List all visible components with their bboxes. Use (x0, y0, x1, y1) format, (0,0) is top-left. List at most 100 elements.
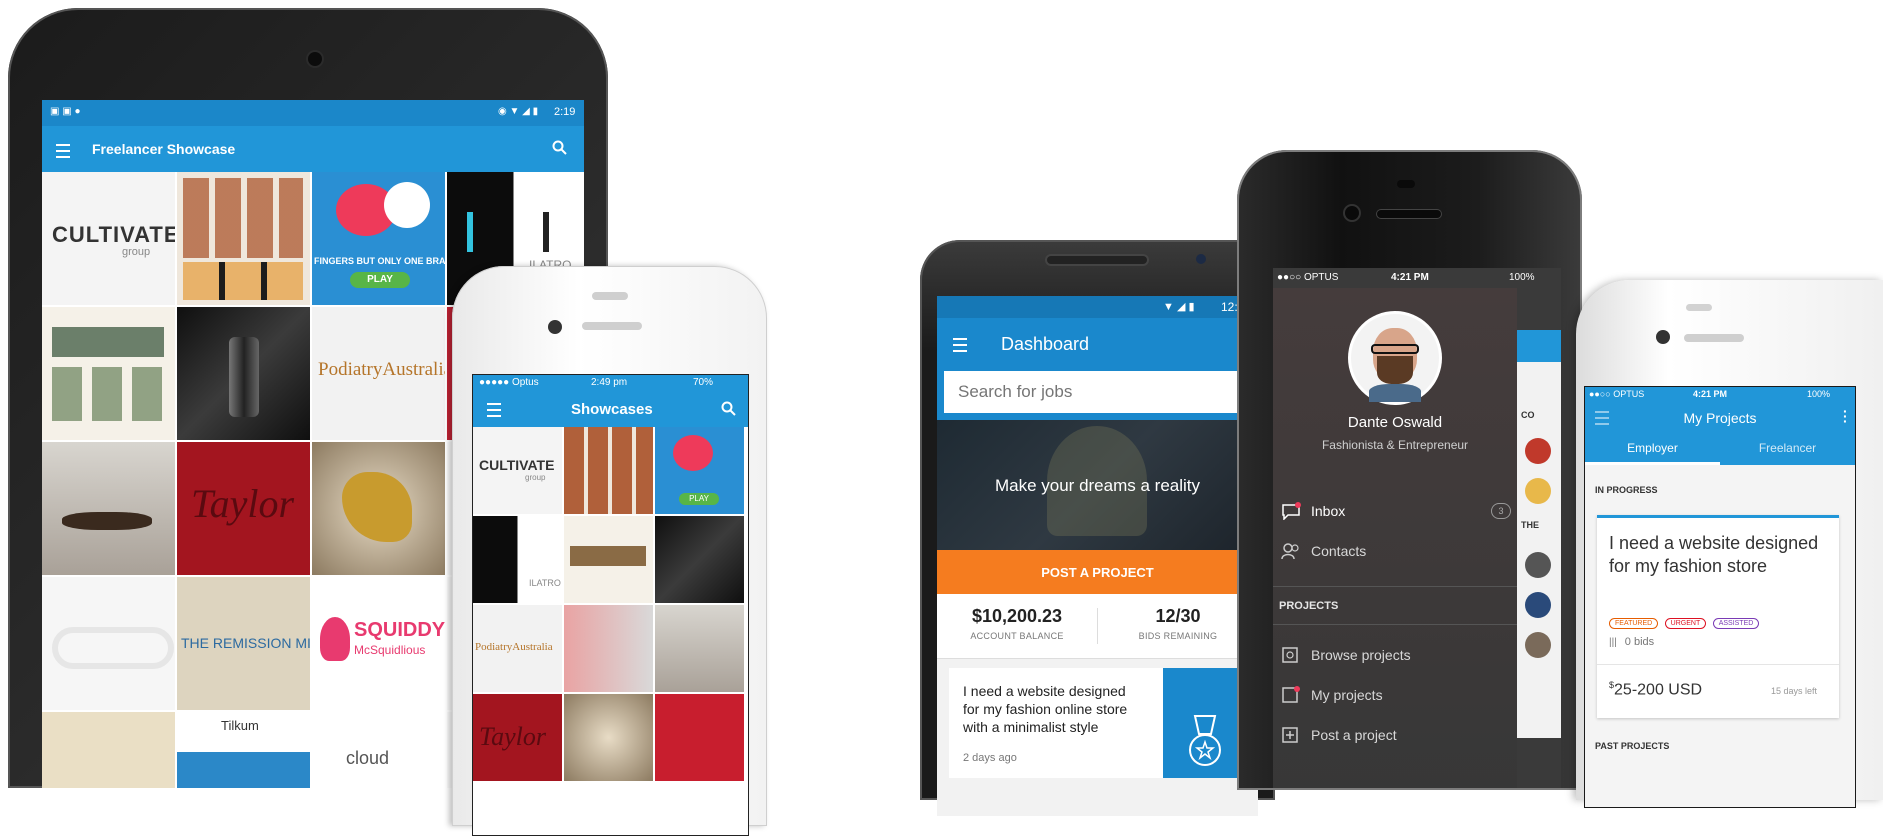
showcase-tile-podiatry[interactable]: PodiatryAustralia (473, 605, 562, 692)
showcase-tile-office[interactable] (42, 442, 175, 575)
play-button: PLAY (679, 493, 719, 505)
menu-item-contacts[interactable]: Contacts (1281, 536, 1366, 566)
showcase-tile-remission[interactable]: THE REMISSION MISSION (177, 577, 310, 710)
iphone-sensor (1686, 304, 1712, 311)
tile-text: FINGERS BUT ONLY ONE BRA (314, 256, 445, 266)
tile-image (673, 435, 713, 471)
showcase-tile-fingers[interactable]: FINGERS BUT ONLY ONE BRA PLAY (312, 172, 445, 305)
iphone-camera (548, 320, 562, 334)
tile-image (467, 212, 473, 252)
search-icon[interactable] (552, 140, 568, 156)
showcase-tile-brochure[interactable] (564, 605, 653, 692)
peek-label: THE (1521, 520, 1539, 530)
more-icon[interactable]: · · · (1843, 404, 1848, 428)
project-time: 2 days ago (963, 752, 1017, 764)
showcase-tile-cultivate[interactable]: CULTIVATE group (42, 172, 175, 305)
showcase-tile-website[interactable] (564, 516, 653, 603)
showcase-tile-brochure[interactable] (42, 712, 175, 788)
showcase-tile-taylor[interactable]: Taylor (473, 694, 562, 781)
menu-item-browse-projects[interactable]: Browse projects (1281, 640, 1411, 670)
showcase-tile-bottle[interactable] (655, 516, 744, 603)
stat-value: 12/30 (1155, 606, 1201, 626)
menu-item-label: My projects (1311, 687, 1383, 703)
iphone-speaker (582, 322, 642, 330)
showcase-tile-tilkum[interactable]: Tilkum (177, 712, 310, 788)
showcase-tile-bottle[interactable] (177, 307, 310, 440)
tile-image (52, 327, 164, 357)
project-title: I need a website designed for my fashion… (1609, 533, 1819, 576)
showcase-tile-fingers[interactable]: PLAY (655, 427, 744, 514)
bids-count: 0 bids (1624, 636, 1655, 648)
tile-text: PodiatryAustralia (475, 641, 553, 653)
menu-item-post-project[interactable]: Post a project (1281, 720, 1397, 750)
showcase-tile-dragon[interactable] (312, 442, 445, 575)
menu-icon[interactable] (487, 403, 501, 417)
app-bar: Dashboard (937, 318, 1258, 370)
peek-app-bar (1517, 330, 1561, 362)
tab-freelancer[interactable]: Freelancer (1720, 433, 1855, 465)
peek-avatar (1525, 592, 1551, 618)
menu-item-inbox[interactable]: Inbox 3 (1281, 496, 1511, 526)
showcase-tile-glasses[interactable] (42, 577, 175, 710)
my-projects-icon (1282, 686, 1300, 703)
tile-text: THE REMISSION MISSION (181, 635, 310, 651)
tile-image (570, 546, 646, 566)
section-in-progress: IN PROGRESS (1595, 485, 1658, 495)
tab-employer[interactable]: Employer (1585, 433, 1720, 465)
menu-item-label: Browse projects (1311, 647, 1411, 663)
avatar[interactable] (1351, 314, 1439, 402)
project-bids: ||| 0 bids (1609, 636, 1654, 648)
menu-icon[interactable] (953, 338, 967, 352)
main-content-peek[interactable]: CO THE (1517, 330, 1561, 738)
inbox-count-badge: 3 (1491, 503, 1511, 519)
showcase-tile-office[interactable] (655, 605, 744, 692)
search-icon[interactable] (721, 401, 737, 417)
tile-image (384, 182, 430, 228)
showcase-tile-dragon[interactable] (564, 694, 653, 781)
search-input[interactable] (944, 371, 1251, 413)
android-screen: ▼ ◢ ▮ 12:30 Dashboard Make your dreams a… (937, 296, 1258, 816)
project-card[interactable]: I need a website designed for my fashion… (1597, 515, 1839, 718)
play-button: PLAY (350, 272, 410, 288)
showcase-tile-cultivate[interactable]: CULTIVATE group (473, 427, 562, 514)
award-medal-icon (1189, 715, 1221, 766)
showcase-tile-cards[interactable] (655, 694, 744, 781)
project-card[interactable]: I need a website designed for my fashion… (949, 668, 1246, 778)
featured-badge-panel (1163, 668, 1246, 778)
status-battery: 100% (1509, 272, 1535, 283)
iphone-sensor (592, 292, 628, 300)
post-project-button[interactable]: POST A PROJECT (937, 550, 1258, 594)
showcase-tile-website[interactable] (42, 307, 175, 440)
showcase-grid: CULTIVATE group PLAY ILATRO PodiatryAust… (473, 427, 744, 781)
iphone-projects-device: ●●○○ OPTUS 4:21 PM 100% My Projects · · · … (1576, 280, 1883, 808)
showcase-tile-podiatry[interactable]: PodiatryAustralia (312, 307, 445, 440)
showcase-tile-squiddy[interactable]: SQUIDDY McSquidlious (312, 577, 445, 710)
app-title: Freelancer Showcase (92, 141, 236, 157)
peek-avatar (1525, 478, 1551, 504)
status-carrier: ●●○○ OPTUS (1589, 389, 1645, 399)
menu-divider (1273, 586, 1517, 587)
stats-panel: $10,200.23 ACCOUNT BALANCE 12/30 BIDS RE… (937, 594, 1258, 659)
status-time: 4:21 PM (1391, 272, 1429, 283)
tab-bar: Employer Freelancer (1585, 433, 1855, 465)
projects-section-header: PROJECTS (1279, 600, 1339, 612)
showcase-tile-folders[interactable] (564, 427, 653, 514)
iphone-camera (1345, 206, 1359, 220)
showcase-tile-cloud[interactable]: cloud (312, 712, 445, 788)
iphone-speaker (1684, 334, 1744, 342)
showcase-tile-taylor[interactable]: Taylor (177, 442, 310, 575)
menu-icon[interactable] (56, 144, 70, 158)
card-divider (1597, 664, 1839, 665)
showcase-tile-ilatro[interactable]: ILATRO (473, 516, 562, 603)
badge-urgent: URGENT (1664, 618, 1707, 629)
tile-subtext: group (525, 473, 546, 482)
notification-icons: ▣ ▣ ● (50, 106, 81, 117)
stat-bids-remaining: 12/30 BIDS REMAINING (1098, 606, 1258, 641)
tile-text: SQUIDDY (354, 619, 445, 641)
avatar-beard (1377, 356, 1413, 384)
showcase-tile-folders[interactable] (177, 172, 310, 305)
avatar-shirt (1369, 384, 1421, 402)
tile-image (62, 512, 152, 530)
menu-item-my-projects[interactable]: My projects (1281, 680, 1383, 710)
app-title: My Projects (1683, 410, 1757, 426)
